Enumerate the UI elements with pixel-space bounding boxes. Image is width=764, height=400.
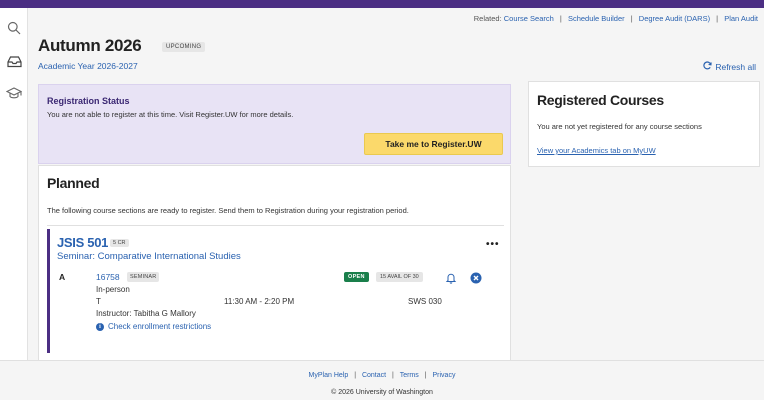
main-content: Related: Course Search | Schedule Builde… (28, 8, 764, 361)
availability-badge: 15 AVAIL OF 30 (376, 272, 423, 282)
academic-year-link[interactable]: Academic Year 2026-2027 (38, 61, 138, 71)
plan-audit-link[interactable]: Plan Audit (724, 14, 758, 23)
contact-link[interactable]: Contact (362, 372, 386, 379)
section-instructor: Instructor: Tabitha G Mallory (96, 309, 196, 318)
side-rail (0, 8, 28, 360)
related-links: Related: Course Search | Schedule Builde… (474, 14, 758, 23)
credits-badge: 5 CR (110, 239, 129, 247)
related-label: Related: (473, 14, 502, 23)
top-brand-bar (0, 0, 764, 8)
course-search-link[interactable]: Course Search (504, 14, 554, 23)
divider (47, 225, 504, 226)
separator: | (392, 372, 394, 379)
separator: | (630, 14, 633, 23)
more-options-button[interactable]: ••• (486, 239, 500, 250)
close-circle-icon[interactable] (470, 271, 482, 284)
planned-panel: Planned The following course sections ar… (38, 165, 511, 361)
degree-audit-link[interactable]: Degree Audit (DARS) (639, 14, 710, 23)
planned-description: The following course sections are ready … (47, 206, 409, 215)
inbox-tray-icon[interactable] (4, 51, 24, 71)
registered-courses-panel: Registered Courses You are not yet regis… (528, 81, 760, 167)
course-card: JSIS 501 5 CR Seminar: Comparative Inter… (47, 229, 504, 353)
separator: | (424, 372, 427, 379)
section-type-badge: SEMINAR (127, 272, 160, 282)
refresh-all-button[interactable]: Refresh all (703, 61, 756, 72)
separator: | (716, 14, 719, 23)
separator: | (559, 14, 562, 23)
section-letter: A (59, 272, 66, 282)
register-uw-button[interactable]: Take me to Register.UW (364, 133, 503, 155)
section-mode: In-person (96, 285, 130, 294)
refresh-all-label: Refresh all (715, 61, 756, 72)
section-day: T (96, 297, 101, 306)
terms-link[interactable]: Terms (400, 372, 419, 379)
enrollment-restrictions-label: Check enrollment restrictions (108, 322, 212, 331)
academics-tab-link[interactable]: View your Academics tab on MyUW (537, 146, 656, 155)
planned-title: Planned (47, 175, 100, 191)
refresh-icon (703, 61, 713, 72)
footer: MyPlan Help | Contact | Terms | Privacy … (0, 360, 764, 400)
schedule-builder-link[interactable]: Schedule Builder (568, 14, 625, 23)
registration-status-message: You are not able to register at this tim… (47, 110, 294, 119)
enrollment-restrictions-link[interactable]: i Check enrollment restrictions (96, 322, 211, 331)
separator: | (354, 372, 357, 379)
section-room: SWS 030 (408, 297, 442, 306)
help-link[interactable]: MyPlan Help (309, 372, 349, 379)
registered-courses-title: Registered Courses (537, 92, 664, 108)
registered-courses-message: You are not yet registered for any cours… (537, 122, 702, 131)
registration-status-panel: Registration Status You are not able to … (38, 84, 511, 164)
search-icon[interactable] (4, 18, 24, 38)
open-status-badge: OPEN (344, 272, 369, 282)
upcoming-badge: UPCOMING (162, 42, 206, 52)
info-icon: i (96, 322, 104, 331)
page-title: Autumn 2026 (38, 36, 142, 55)
course-name-link[interactable]: Seminar: Comparative International Studi… (57, 251, 241, 262)
section-number-link[interactable]: 16758 (96, 272, 120, 282)
course-code-link[interactable]: JSIS 501 (57, 235, 108, 250)
section-time: 11:30 AM - 2:20 PM (224, 297, 295, 306)
bell-icon[interactable] (445, 271, 457, 284)
copyright: © 2026 University of Washington (331, 389, 433, 396)
footer-links: MyPlan Help | Contact | Terms | Privacy (0, 372, 764, 379)
privacy-link[interactable]: Privacy (433, 372, 456, 379)
graduation-cap-icon[interactable] (4, 83, 24, 103)
registration-status-title: Registration Status (47, 96, 130, 106)
